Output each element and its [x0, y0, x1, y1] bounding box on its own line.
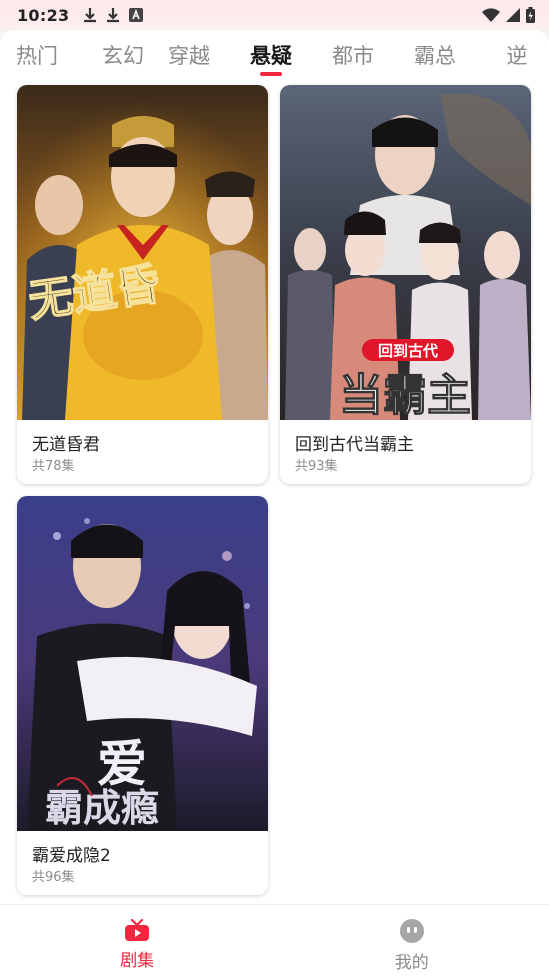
- tab-ceo[interactable]: 霸总: [394, 30, 476, 84]
- tab-fantasy[interactable]: 玄幻: [98, 30, 148, 84]
- svg-text:回到古代: 回到古代: [378, 342, 438, 360]
- nav-label: 剧集: [120, 951, 155, 971]
- status-system-icons: [482, 7, 535, 23]
- drama-card[interactable]: 无道昏 无道昏君 共78集: [17, 85, 268, 484]
- episode-count: 共93集: [295, 459, 338, 474]
- category-tabs: 热门 玄幻 穿越 悬疑 都市 霸总 逆: [0, 30, 549, 84]
- drama-grid: 无道昏 无道昏君 共78集 回到古代 当霸主 回到古代当霸主 共93集 爱 霸成…: [0, 84, 549, 904]
- nav-label: 我的: [394, 953, 429, 973]
- font-a-icon: [129, 8, 144, 22]
- poster-subtitle-text: 霸成瘾: [45, 785, 159, 830]
- tab-time-travel[interactable]: 穿越: [148, 30, 230, 84]
- drama-title: 霸爱成隐2: [32, 846, 111, 866]
- tab-hot[interactable]: 热门: [16, 30, 66, 84]
- episode-count: 共78集: [32, 459, 75, 474]
- status-notifications: [83, 7, 144, 23]
- profile-face-icon: [399, 919, 424, 943]
- tab-urban[interactable]: 都市: [312, 30, 394, 84]
- status-bar: 10:23: [0, 0, 549, 30]
- poster-title-text: 当霸主: [339, 370, 471, 420]
- episode-count: 共96集: [32, 870, 75, 885]
- tv-icon: [125, 918, 150, 941]
- tab-suspense[interactable]: 悬疑: [230, 30, 312, 84]
- drama-poster: 回到古代 当霸主: [280, 85, 531, 420]
- bottom-nav: 剧集 我的: [0, 904, 549, 977]
- signal-icon: [506, 8, 520, 22]
- download-icon: [84, 8, 97, 23]
- poster-badge: 回到古代: [362, 339, 454, 361]
- nav-dramas[interactable]: 剧集: [0, 905, 275, 977]
- drama-title: 无道昏君: [32, 435, 100, 455]
- drama-card[interactable]: 爱 霸成瘾 霸爱成隐2 共96集: [17, 496, 268, 895]
- status-time: 10:23: [17, 5, 70, 25]
- wifi-icon: [482, 8, 500, 22]
- nav-profile[interactable]: 我的: [275, 905, 549, 977]
- drama-card[interactable]: 回到古代 当霸主 回到古代当霸主 共93集: [280, 85, 531, 484]
- tab-reverse[interactable]: 逆: [476, 30, 549, 84]
- drama-title: 回到古代当霸主: [295, 435, 414, 455]
- active-tab-indicator: [260, 72, 282, 76]
- drama-poster: 爱 霸成瘾: [17, 496, 268, 831]
- battery-icon: [526, 7, 535, 23]
- drama-poster: 无道昏: [17, 85, 268, 420]
- download-icon: [107, 8, 120, 23]
- app-screen: 10:23 热门 玄幻 穿越 悬疑 都市 霸总 逆 无道昏 无道昏君 共78集 …: [0, 0, 549, 977]
